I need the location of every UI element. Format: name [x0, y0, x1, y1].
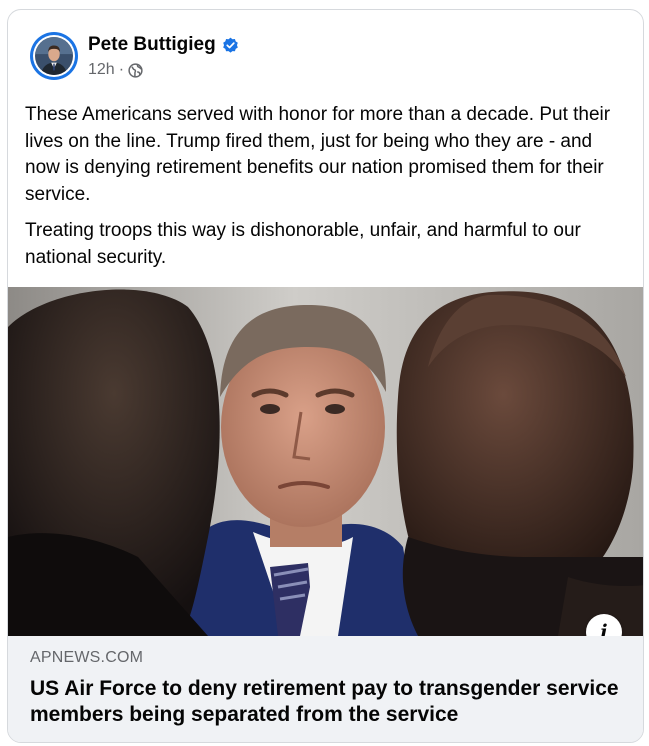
post-paragraph: These Americans served with honor for mo… [25, 104, 611, 205]
author-avatar[interactable] [30, 32, 78, 80]
avatar-frame [33, 35, 75, 77]
avatar-photo [35, 37, 73, 75]
link-domain: APNEWS.COM [30, 649, 144, 666]
author-name[interactable]: Pete Buttigieg [88, 34, 216, 56]
post-body: These Americans served with honor for mo… [25, 102, 630, 281]
globe-icon[interactable] [128, 62, 143, 78]
link-title[interactable]: US Air Force to deny retirement pay to t… [30, 676, 620, 728]
post-card: Pete Buttigieg 12h · These Americans ser… [7, 9, 644, 743]
link-preview-image[interactable] [8, 287, 643, 636]
verified-badge-icon [222, 37, 238, 53]
link-preview-footer[interactable]: APNEWS.COM US Air Force to deny retireme… [8, 636, 643, 742]
news-photo [8, 287, 643, 636]
post-timestamp[interactable]: 12h [88, 61, 115, 79]
meta-separator: · [118, 61, 125, 78]
post-header: Pete Buttigieg 12h · [8, 10, 643, 94]
post-meta: 12h · [88, 61, 143, 79]
post-paragraph: Treating troops this way is dishonorable… [25, 220, 581, 268]
author-row: Pete Buttigieg [88, 34, 239, 56]
